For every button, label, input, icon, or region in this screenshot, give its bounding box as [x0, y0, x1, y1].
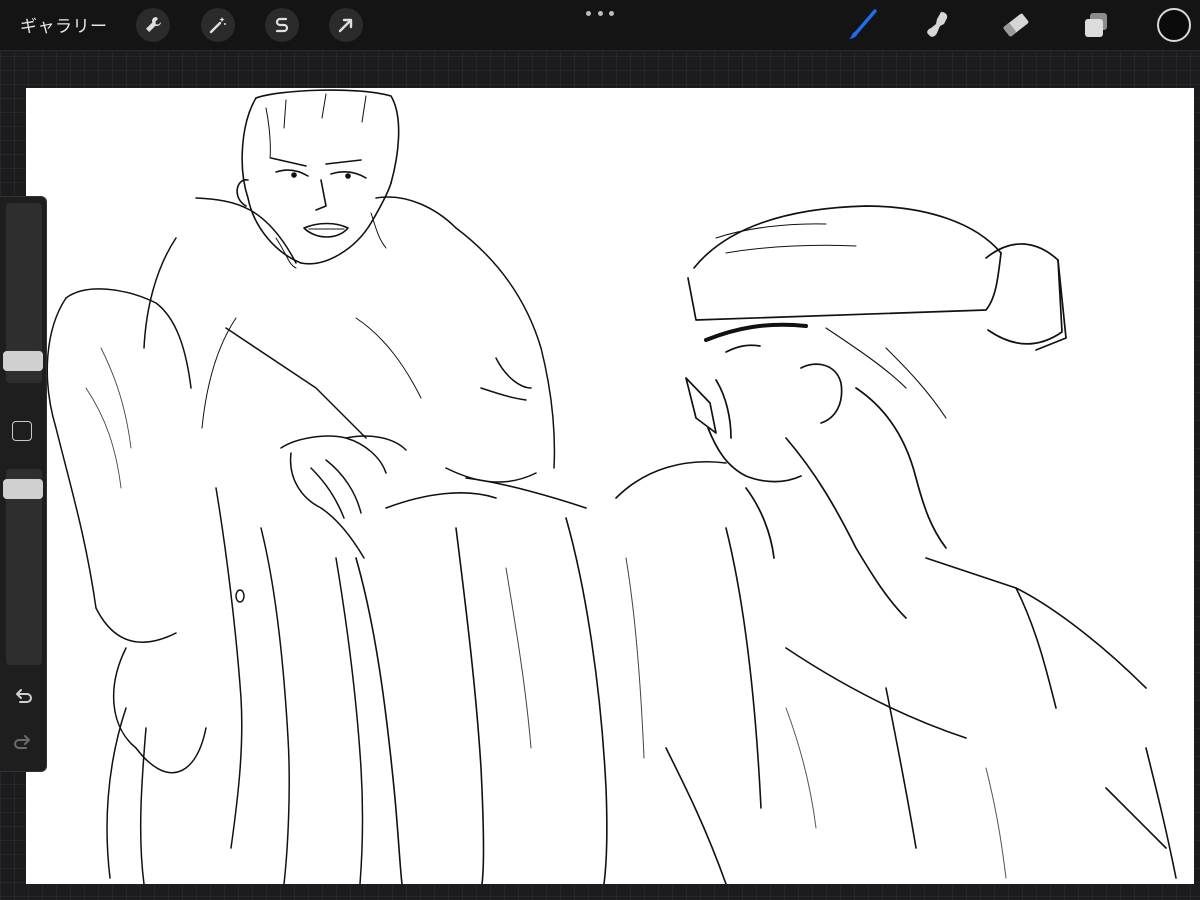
redo-icon[interactable] [10, 729, 36, 755]
undo-icon[interactable] [10, 683, 36, 709]
brush-icon[interactable] [842, 6, 882, 44]
color-picker-button[interactable] [1157, 8, 1191, 42]
brush-size-slider-thumb[interactable] [3, 351, 43, 371]
smudge-icon[interactable] [918, 6, 958, 44]
left-sidebar [0, 196, 47, 772]
right-figure-head [685, 205, 1067, 619]
eraser-icon[interactable] [996, 6, 1036, 44]
modifier-square-icon[interactable] [12, 421, 32, 441]
more-options-icon[interactable] [586, 8, 614, 18]
layers-icon[interactable] [1076, 6, 1116, 44]
gallery-button[interactable]: ギャラリー [20, 12, 108, 37]
drawing-canvas[interactable] [26, 88, 1194, 884]
sketch-artwork [46, 89, 1177, 884]
opacity-slider-thumb[interactable] [3, 479, 43, 499]
wrench-icon[interactable] [136, 8, 170, 42]
left-figure-head [236, 89, 400, 269]
selection-s-icon[interactable] [265, 8, 299, 42]
top-toolbar: ギャラリー [0, 0, 1200, 51]
arrow-transform-icon[interactable] [329, 8, 363, 42]
magic-wand-icon[interactable] [201, 8, 235, 42]
left-figure-body [46, 196, 556, 884]
